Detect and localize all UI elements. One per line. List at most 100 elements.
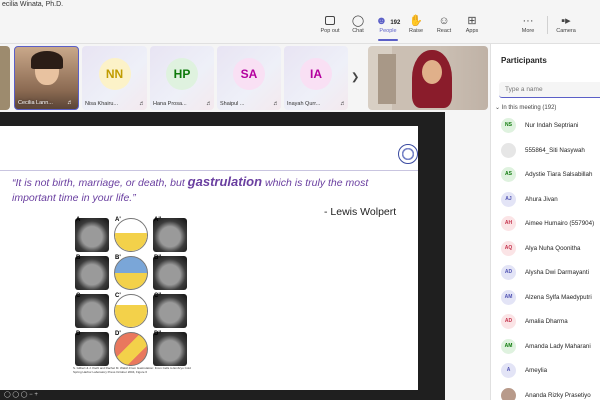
avatar: AJ bbox=[501, 191, 516, 207]
participants-panel: Participants Type a name ⌄ In this meeti… bbox=[490, 44, 600, 400]
participant-row[interactable]: AM Alzena Sylfa Maedyputri bbox=[501, 289, 600, 308]
participant-name: Amalia Dharma bbox=[525, 318, 568, 325]
avatar: AQ bbox=[501, 240, 516, 256]
video-tile-sa[interactable]: SA Shaipul ... ♬ bbox=[217, 46, 281, 110]
mic-off-icon: ♬ bbox=[340, 101, 346, 107]
apps-icon: ⊞ bbox=[467, 15, 477, 27]
figure-panel-image bbox=[75, 294, 109, 328]
participant-name: Adystie Tiara Salsabillah bbox=[525, 171, 593, 178]
in-meeting-section[interactable]: ⌄ In this meeting (192) bbox=[495, 104, 556, 111]
figure-label: B'' bbox=[154, 255, 162, 261]
section-label: In this meeting (192) bbox=[501, 105, 557, 111]
chevron-down-icon: ⌄ bbox=[495, 105, 501, 111]
avatar: IA bbox=[300, 58, 332, 90]
participant-row[interactable]: AQ Alya Nuha Qoonitha bbox=[501, 240, 600, 259]
video-tile-nn[interactable]: NN Nisa Khairu... ♬ bbox=[82, 46, 147, 110]
chat-button[interactable]: ◯ Chat bbox=[342, 14, 374, 34]
figure-label: B bbox=[76, 255, 81, 261]
participant-row[interactable]: AD Alysha Dwi Darmayanti bbox=[501, 265, 600, 283]
pop-out-label: Pop out bbox=[320, 28, 340, 34]
tile-name: Inayah Qurr... bbox=[287, 101, 321, 107]
figure-caption: S. Gilbert & J. Kiehl and Rachel M. Wals… bbox=[73, 366, 191, 374]
avatar: AD bbox=[501, 265, 516, 280]
figure-label: D' bbox=[115, 331, 121, 337]
figure-panel-image bbox=[153, 256, 187, 290]
raise-label: Raise bbox=[408, 28, 424, 34]
presentation-slide: “It is not birth, marriage, or death, bu… bbox=[0, 126, 418, 390]
chevron-right-icon[interactable]: ❯ bbox=[351, 72, 359, 83]
share-controls[interactable]: ◯ ◯ ◯ − + bbox=[0, 390, 445, 400]
participant-name: Alzena Sylfa Maedyputri bbox=[525, 293, 592, 301]
apps-label: Apps bbox=[465, 28, 479, 34]
camera-button[interactable]: ▪▸ Camera bbox=[550, 14, 582, 34]
university-logo-icon bbox=[398, 144, 418, 164]
participant-row[interactable]: Ananda Rizky Prasetiyo bbox=[501, 387, 600, 400]
pop-out-icon bbox=[325, 16, 335, 25]
figure-label: D bbox=[76, 331, 81, 337]
tile-name: Nisa Khairu... bbox=[85, 101, 119, 107]
toolbar-divider bbox=[547, 16, 548, 34]
participant-name: Alya Nuha Qoonitha bbox=[525, 244, 581, 252]
slide-divider bbox=[0, 170, 418, 171]
slide-quote: “It is not birth, marriage, or death, bu… bbox=[12, 174, 402, 206]
figure-panel-image bbox=[75, 256, 109, 290]
people-label: People bbox=[379, 28, 397, 34]
figure-panel-image bbox=[75, 332, 109, 366]
video-tile-cecilia[interactable]: Cecilia Lann... ♬ bbox=[14, 46, 79, 110]
participant-row[interactable]: NS Nur Indah Septriani bbox=[501, 118, 600, 136]
apps-button[interactable]: ⊞ Apps bbox=[456, 14, 488, 34]
figure-label: C'' bbox=[154, 293, 162, 299]
mic-off-icon: ♬ bbox=[139, 101, 145, 107]
participant-row[interactable]: AM Amanda Lady Maharani bbox=[501, 338, 600, 357]
figure-label: A'' bbox=[154, 217, 162, 223]
gastrulation-figure: A A' A'' B B' B'' C C' C'' D D' D'' S. G… bbox=[73, 216, 193, 376]
participant-row[interactable]: AH Aimee Humairo (557904) bbox=[501, 216, 600, 234]
tile-name: Hana Prosa... bbox=[153, 101, 187, 107]
participant-name: Alysha Dwi Darmayanti bbox=[525, 269, 589, 276]
video-tile-hp[interactable]: HP Hana Prosa... ♬ bbox=[150, 46, 214, 110]
avatar: AS bbox=[501, 167, 516, 182]
participant-hair bbox=[31, 51, 63, 69]
video-tile-self[interactable] bbox=[368, 46, 488, 110]
camera-label: Camera bbox=[556, 28, 576, 34]
tile-name: Cecilia Lann... bbox=[18, 100, 53, 106]
video-tile-partial[interactable] bbox=[0, 46, 10, 110]
avatar: AH bbox=[501, 216, 516, 231]
mic-off-icon: ♬ bbox=[206, 101, 212, 107]
more-button[interactable]: ··· More bbox=[512, 14, 544, 34]
meeting-title: ecilia Winata, Ph.D. bbox=[2, 1, 64, 8]
participant-row[interactable]: AS Adystie Tiara Salsabillah bbox=[501, 167, 600, 185]
avatar bbox=[501, 142, 516, 158]
video-strip: Cecilia Lann... ♬ NN Nisa Khairu... ♬ HP… bbox=[0, 44, 490, 112]
avatar: AM bbox=[501, 289, 516, 305]
more-label: More bbox=[521, 28, 535, 34]
avatar: A bbox=[501, 363, 516, 378]
figure-label: C' bbox=[115, 293, 121, 299]
quote-part-1: “It is not birth, marriage, or death, bu… bbox=[12, 177, 188, 189]
avatar: NS bbox=[501, 118, 516, 133]
figure-panel-image bbox=[153, 332, 187, 366]
figure-panel-diagram bbox=[114, 256, 148, 290]
participant-row[interactable]: AJ Ahura Jivan bbox=[501, 191, 600, 210]
figure-panel-image bbox=[153, 294, 187, 328]
background-door bbox=[378, 54, 396, 104]
participant-name: Ananda Rizky Prasetiyo bbox=[525, 391, 591, 399]
avatar: HP bbox=[166, 58, 198, 90]
camera-icon: ▪▸ bbox=[561, 15, 571, 27]
mic-off-icon: ♬ bbox=[273, 101, 279, 107]
participant-row[interactable]: 555864_Siti Nasywah bbox=[501, 142, 600, 161]
figure-panel-diagram bbox=[114, 218, 148, 252]
participant-name: Ahura Jivan bbox=[525, 195, 558, 203]
react-label: React bbox=[436, 28, 452, 34]
participant-row[interactable]: AD Amalia Dharma bbox=[501, 314, 600, 332]
participant-name: Aimee Humairo (557904) bbox=[525, 220, 595, 227]
participant-row[interactable]: A Ameylia bbox=[501, 363, 600, 381]
participant-face bbox=[422, 60, 442, 84]
avatar: AD bbox=[501, 314, 516, 329]
video-tile-ia[interactable]: IA Inayah Qurr... ♬ bbox=[284, 46, 348, 110]
participant-search-input[interactable]: Type a name bbox=[499, 82, 600, 98]
participant-name: Ameylia bbox=[525, 367, 548, 374]
figure-panel-image bbox=[153, 218, 187, 252]
participant-name: Nur Indah Septriani bbox=[525, 122, 579, 129]
figure-label: C bbox=[76, 293, 81, 299]
